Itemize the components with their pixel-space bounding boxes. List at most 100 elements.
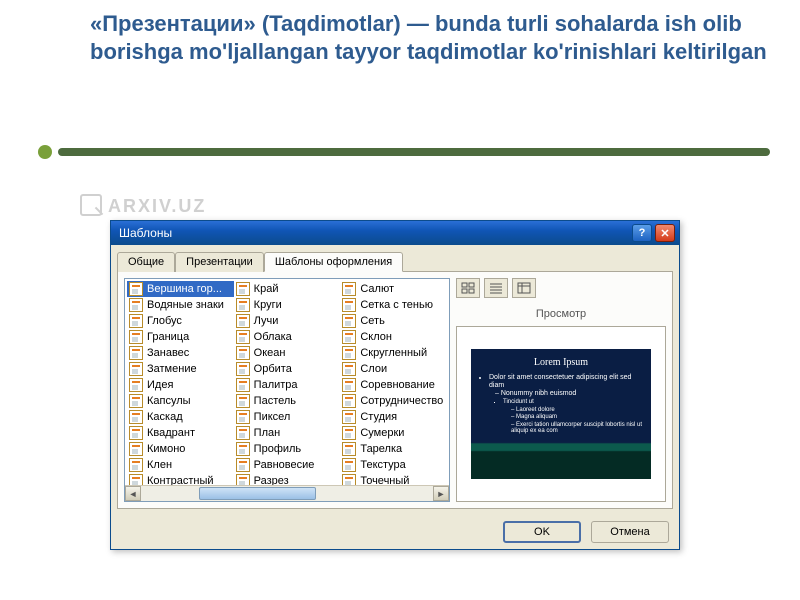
template-file-icon [342,282,356,296]
list-item[interactable]: Студия [340,409,447,425]
view-details-button[interactable] [512,278,536,298]
list-item[interactable]: Пастель [234,393,341,409]
preview-label: Просмотр [456,308,666,320]
list-item[interactable]: Каскад [127,409,234,425]
list-item[interactable]: Вершина гор... [127,281,234,297]
list-item[interactable]: Занавес [127,345,234,361]
list-item[interactable]: План [234,425,341,441]
scroll-right-arrow[interactable]: ► [433,486,449,501]
template-file-icon [129,442,143,456]
tab-general[interactable]: Общие [117,252,175,272]
template-file-icon [342,378,356,392]
list-item-label: Сетка с тенью [360,299,433,311]
list-item-label: Равновесие [254,459,315,471]
list-item[interactable]: Край [234,281,341,297]
list-item-label: Тарелка [360,443,402,455]
view-list-button[interactable] [484,278,508,298]
list-item[interactable]: Сетка с тенью [340,297,447,313]
list-item-label: Профиль [254,443,302,455]
thumbnail-bullet: Laoreet dolore [511,407,643,414]
scroll-track[interactable] [141,486,433,501]
dialog-titlebar: Шаблоны ? ✕ [111,221,679,245]
template-list[interactable]: Вершина гор... Водяные знаки Глобус Граница… [124,278,450,502]
scroll-thumb[interactable] [199,487,316,500]
template-file-icon [236,394,250,408]
list-item-label: Каскад [147,411,183,423]
list-item[interactable]: Затмение [127,361,234,377]
list-item[interactable]: Соревнование [340,377,447,393]
list-item-label: Склон [360,331,392,343]
list-item-label: Соревнование [360,379,435,391]
list-item[interactable]: Сеть [340,313,447,329]
template-file-icon [342,442,356,456]
list-item[interactable]: Граница [127,329,234,345]
list-item[interactable]: Круги [234,297,341,313]
list-item[interactable]: Слои [340,361,447,377]
list-item[interactable]: Склон [340,329,447,345]
list-item[interactable]: Сотрудничество [340,393,447,409]
list-item[interactable]: Палитра [234,377,341,393]
tab-presentations[interactable]: Презентации [175,252,264,272]
list-item-label: Орбита [254,363,292,375]
list-item[interactable]: Капсулы [127,393,234,409]
ok-button[interactable]: OK [503,521,581,543]
list-item[interactable]: Сумерки [340,425,447,441]
scroll-left-arrow[interactable]: ◄ [125,486,141,501]
list-item-label: Пастель [254,395,296,407]
list-item-label: Квадрант [147,427,195,439]
list-item[interactable]: Клен [127,457,234,473]
list-item[interactable]: Равновесие [234,457,341,473]
list-item[interactable]: Орбита [234,361,341,377]
list-item[interactable]: Глобус [127,313,234,329]
list-item[interactable]: Пиксел [234,409,341,425]
list-item[interactable]: Квадрант [127,425,234,441]
template-file-icon [236,378,250,392]
tab-design-templates[interactable]: Шаблоны оформления [264,252,403,272]
dialog-title: Шаблоны [119,226,172,240]
help-button[interactable]: ? [632,224,652,242]
template-file-icon [342,314,356,328]
dialog-button-row: OK Отмена [111,515,679,549]
slide-thumbnail: Lorem Ipsum Dolor sit amet consectetuer … [471,349,651,479]
horizontal-scrollbar[interactable]: ◄ ► [125,485,449,501]
list-item[interactable]: Идея [127,377,234,393]
template-file-icon [342,362,356,376]
preview-pane: Просмотр Lorem Ipsum Dolor sit amet cons… [456,278,666,502]
list-item-label: План [254,427,281,439]
list-item-label: Клен [147,459,172,471]
tab-strip: Общие Презентации Шаблоны оформления [111,245,679,271]
template-file-icon [129,458,143,472]
list-item-label: Скругленный [360,347,427,359]
template-file-icon [236,442,250,456]
list-item-label: Сотрудничество [360,395,443,407]
list-item[interactable]: Лучи [234,313,341,329]
list-item[interactable]: Кимоно [127,441,234,457]
list-item-label: Кимоно [147,443,185,455]
list-item[interactable]: Скругленный [340,345,447,361]
template-file-icon [342,330,356,344]
template-file-icon [129,362,143,376]
list-item[interactable]: Текстура [340,457,447,473]
view-large-icons-button[interactable] [456,278,480,298]
list-item[interactable]: Салют [340,281,447,297]
list-item-label: Водяные знаки [147,299,224,311]
template-file-icon [342,394,356,408]
close-button[interactable]: ✕ [655,224,675,242]
template-file-icon [342,298,356,312]
list-item-label: Текстура [360,459,405,471]
thumbnail-bullet: Magna aliquam [511,414,643,421]
thumbnail-bullet: Nonummy nibh euismod [495,390,643,398]
template-file-icon [129,330,143,344]
list-item-label: Граница [147,331,189,343]
list-item[interactable]: Профиль [234,441,341,457]
page-title: «Презентации» (Taqdimotlar) — bunda turl… [90,10,770,65]
template-file-icon [342,410,356,424]
template-file-icon [342,346,356,360]
template-file-icon [236,410,250,424]
heading-underline [0,148,800,166]
list-item[interactable]: Водяные знаки [127,297,234,313]
cancel-button[interactable]: Отмена [591,521,669,543]
list-item[interactable]: Тарелка [340,441,447,457]
list-item[interactable]: Океан [234,345,341,361]
list-item[interactable]: Облака [234,329,341,345]
